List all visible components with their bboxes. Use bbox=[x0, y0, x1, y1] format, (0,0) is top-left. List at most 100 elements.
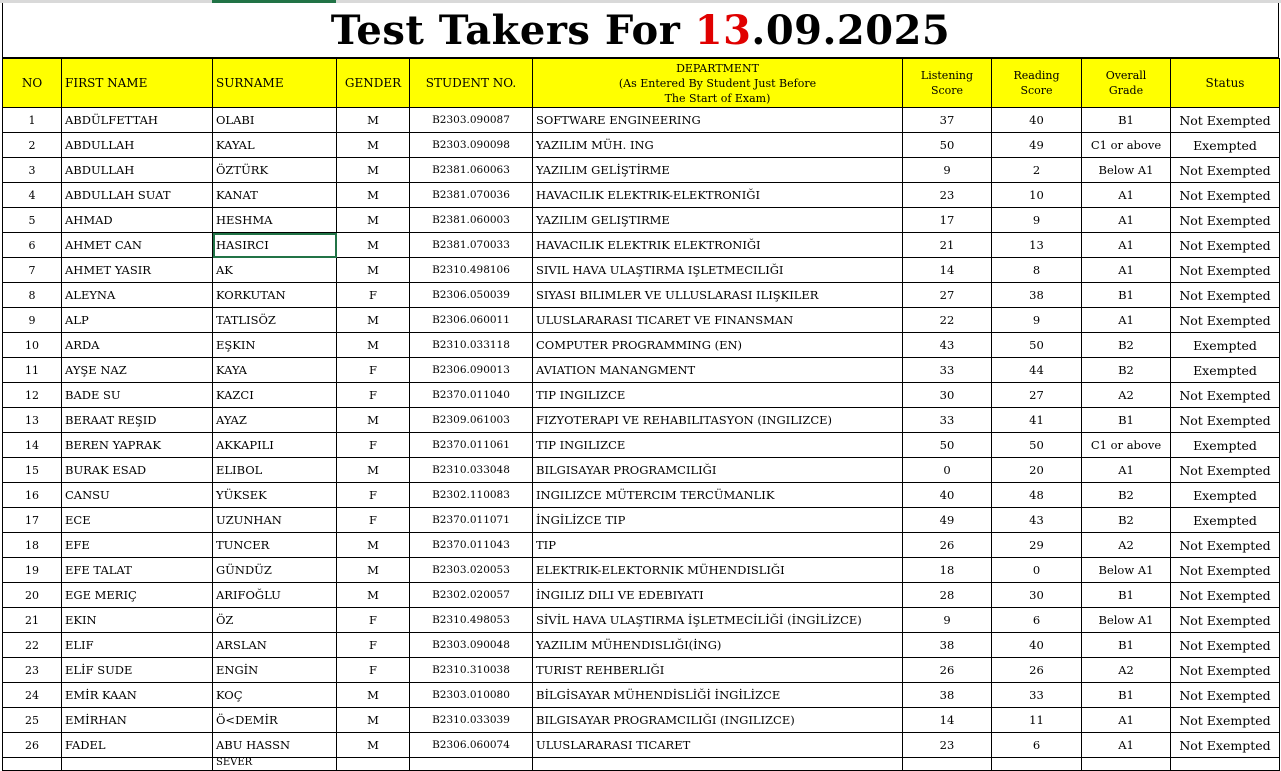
cell-no[interactable]: 11 bbox=[2, 357, 62, 383]
cell-grade[interactable]: A1 bbox=[1081, 732, 1171, 758]
cell-gender[interactable]: M bbox=[336, 157, 410, 183]
cell-first-name[interactable]: CANSU bbox=[61, 482, 213, 508]
header-surname[interactable]: SURNAME bbox=[212, 58, 337, 108]
cell-gender[interactable]: M bbox=[336, 682, 410, 708]
cell-surname[interactable]: ENGİN bbox=[212, 657, 337, 683]
cell-status[interactable]: Not Exempted bbox=[1170, 607, 1280, 633]
cell-gender[interactable]: M bbox=[336, 557, 410, 583]
cell-first-name[interactable]: AHMET CAN bbox=[61, 232, 213, 258]
cell-no[interactable]: 5 bbox=[2, 207, 62, 233]
cell-surname[interactable]: KAZCI bbox=[212, 382, 337, 408]
cell-reading[interactable]: 44 bbox=[991, 357, 1082, 383]
cell-no[interactable]: 22 bbox=[2, 632, 62, 658]
cell-status[interactable]: Not Exempted bbox=[1170, 207, 1280, 233]
cell-gender[interactable]: M bbox=[336, 207, 410, 233]
cell-listening[interactable]: 28 bbox=[902, 582, 992, 608]
cell-listening[interactable]: 23 bbox=[902, 732, 992, 758]
cell-first-name[interactable]: ABDÜLFETTAH bbox=[61, 107, 213, 133]
cell-no[interactable]: 23 bbox=[2, 657, 62, 683]
cell-status[interactable]: Not Exempted bbox=[1170, 182, 1280, 208]
cell-student-no[interactable]: B2303.010080 bbox=[409, 682, 533, 708]
cell-status[interactable]: Not Exempted bbox=[1170, 157, 1280, 183]
cell-surname[interactable]: UZUNHAN bbox=[212, 507, 337, 533]
cell-department[interactable]: ULUSLARARASI TICARET bbox=[532, 732, 903, 758]
cell-reading[interactable]: 40 bbox=[991, 107, 1082, 133]
cell-status[interactable]: Not Exempted bbox=[1170, 257, 1280, 283]
cell-grade[interactable] bbox=[1081, 757, 1171, 771]
cell-grade[interactable]: B1 bbox=[1081, 632, 1171, 658]
cell-grade[interactable]: B2 bbox=[1081, 507, 1171, 533]
cell-surname[interactable]: SEVER bbox=[212, 757, 337, 771]
cell-no[interactable]: 13 bbox=[2, 407, 62, 433]
cell-grade[interactable]: A2 bbox=[1081, 382, 1171, 408]
cell-no[interactable]: 12 bbox=[2, 382, 62, 408]
cell-department[interactable]: BILGISAYAR PROGRAMCILIĞI (INGILIZCE) bbox=[532, 707, 903, 733]
cell-status[interactable]: Exempted bbox=[1170, 357, 1280, 383]
cell-reading[interactable]: 29 bbox=[991, 532, 1082, 558]
cell-gender[interactable]: F bbox=[336, 432, 410, 458]
cell-grade[interactable]: A1 bbox=[1081, 707, 1171, 733]
cell-department[interactable]: HAVACILIK ELEKTRIK-ELEKTRONIĞI bbox=[532, 182, 903, 208]
cell-status[interactable]: Not Exempted bbox=[1170, 457, 1280, 483]
cell-listening[interactable]: 9 bbox=[902, 157, 992, 183]
cell-grade[interactable]: C1 or above bbox=[1081, 132, 1171, 158]
cell-department[interactable]: İNGILIZ DILI VE EDEBIYATI bbox=[532, 582, 903, 608]
cell-grade[interactable]: A2 bbox=[1081, 657, 1171, 683]
cell-no[interactable]: 17 bbox=[2, 507, 62, 533]
cell-gender[interactable]: M bbox=[336, 332, 410, 358]
cell-first-name[interactable]: ALEYNA bbox=[61, 282, 213, 308]
cell-status[interactable]: Not Exempted bbox=[1170, 282, 1280, 308]
sheet-title[interactable]: Test Takers For 13.09.2025 bbox=[2, 3, 1279, 58]
cell-no[interactable]: 19 bbox=[2, 557, 62, 583]
cell-grade[interactable]: B1 bbox=[1081, 282, 1171, 308]
cell-first-name[interactable]: EMİR KAAN bbox=[61, 682, 213, 708]
cell-grade[interactable]: A1 bbox=[1081, 307, 1171, 333]
cell-first-name[interactable]: ELİF SUDE bbox=[61, 657, 213, 683]
cell-surname[interactable]: Ö<DEMİR bbox=[212, 707, 337, 733]
cell-student-no[interactable]: B2306.090013 bbox=[409, 357, 533, 383]
cell-status[interactable]: Not Exempted bbox=[1170, 407, 1280, 433]
cell-grade[interactable]: B2 bbox=[1081, 332, 1171, 358]
cell-department[interactable]: HAVACILIK ELEKTRIK ELEKTRONIĞI bbox=[532, 232, 903, 258]
cell-surname[interactable]: HASIRCI bbox=[212, 232, 337, 258]
cell-no[interactable]: 16 bbox=[2, 482, 62, 508]
cell-reading[interactable] bbox=[991, 757, 1082, 771]
cell-no[interactable]: 24 bbox=[2, 682, 62, 708]
cell-status[interactable]: Exempted bbox=[1170, 132, 1280, 158]
cell-grade[interactable]: B1 bbox=[1081, 582, 1171, 608]
cell-listening[interactable]: 9 bbox=[902, 607, 992, 633]
cell-surname[interactable]: EŞKIN bbox=[212, 332, 337, 358]
cell-reading[interactable]: 48 bbox=[991, 482, 1082, 508]
cell-listening[interactable]: 23 bbox=[902, 182, 992, 208]
cell-department[interactable]: YAZILIM MÜH. ING bbox=[532, 132, 903, 158]
cell-surname[interactable]: ÖZTÜRK bbox=[212, 157, 337, 183]
header-status[interactable]: Status bbox=[1170, 58, 1280, 108]
cell-status[interactable]: Not Exempted bbox=[1170, 707, 1280, 733]
cell-reading[interactable]: 8 bbox=[991, 257, 1082, 283]
cell-grade[interactable]: A2 bbox=[1081, 532, 1171, 558]
cell-listening[interactable]: 33 bbox=[902, 407, 992, 433]
cell-grade[interactable]: Below A1 bbox=[1081, 607, 1171, 633]
cell-listening[interactable]: 38 bbox=[902, 632, 992, 658]
cell-student-no[interactable]: B2306.060011 bbox=[409, 307, 533, 333]
cell-first-name[interactable]: ARDA bbox=[61, 332, 213, 358]
cell-first-name[interactable]: ECE bbox=[61, 507, 213, 533]
cell-no[interactable]: 6 bbox=[2, 232, 62, 258]
cell-no[interactable]: 7 bbox=[2, 257, 62, 283]
cell-no[interactable]: 4 bbox=[2, 182, 62, 208]
cell-reading[interactable]: 41 bbox=[991, 407, 1082, 433]
cell-reading[interactable]: 0 bbox=[991, 557, 1082, 583]
cell-department[interactable]: İNGİLİZCE TIP bbox=[532, 507, 903, 533]
cell-listening[interactable]: 21 bbox=[902, 232, 992, 258]
cell-gender[interactable]: M bbox=[336, 307, 410, 333]
cell-status[interactable]: Not Exempted bbox=[1170, 532, 1280, 558]
cell-first-name[interactable]: EKIN bbox=[61, 607, 213, 633]
cell-reading[interactable]: 6 bbox=[991, 732, 1082, 758]
cell-grade[interactable]: A1 bbox=[1081, 232, 1171, 258]
cell-student-no[interactable]: B2370.011043 bbox=[409, 532, 533, 558]
header-no[interactable]: NO bbox=[2, 58, 62, 108]
cell-status[interactable]: Not Exempted bbox=[1170, 682, 1280, 708]
cell-reading[interactable]: 6 bbox=[991, 607, 1082, 633]
cell-gender[interactable]: F bbox=[336, 507, 410, 533]
cell-surname[interactable]: KORKUTAN bbox=[212, 282, 337, 308]
